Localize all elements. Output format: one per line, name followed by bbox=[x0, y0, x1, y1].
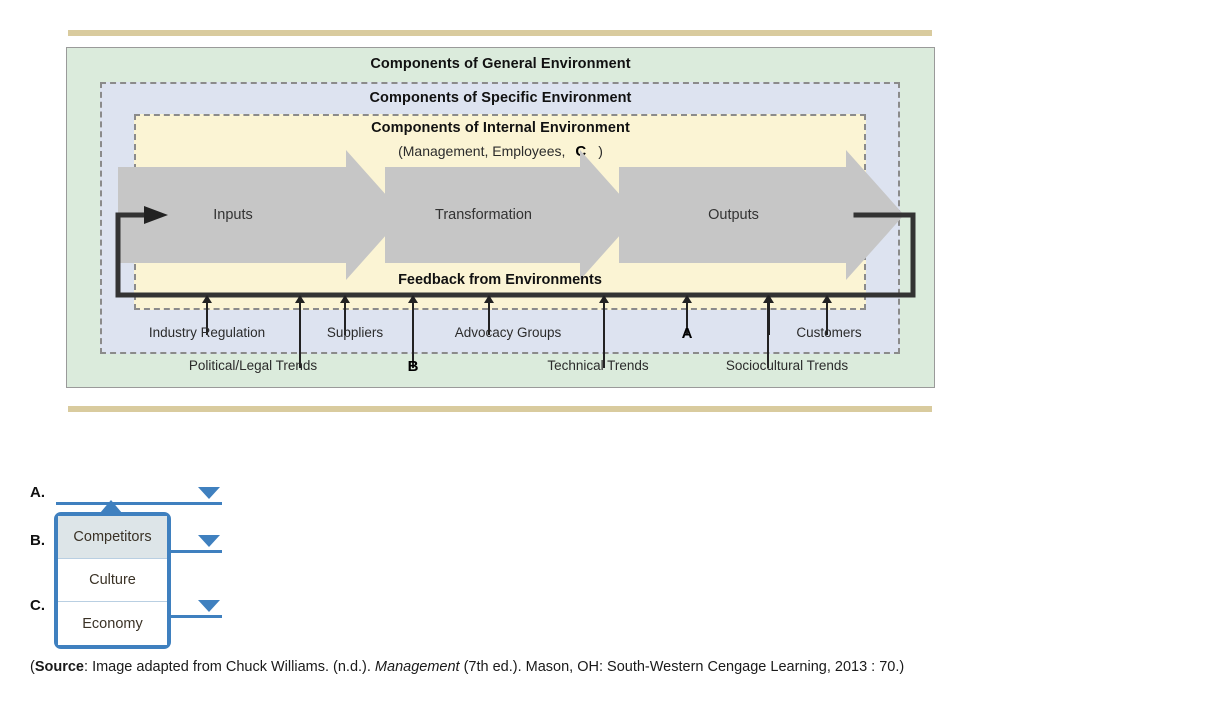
answer-letter-c: C. bbox=[30, 597, 45, 614]
specific-environment-component-label: Advocacy Groups bbox=[454, 325, 562, 340]
internal-environment-subtitle: (Management, Employees, C) bbox=[66, 143, 935, 160]
specific-environment-component-label: Customers bbox=[796, 325, 862, 340]
dropdown-option[interactable]: Competitors bbox=[58, 516, 167, 559]
dropdown-pointer-icon bbox=[100, 500, 122, 513]
chevron-down-icon[interactable] bbox=[198, 535, 220, 547]
general-environment-component-label: Political/Legal Trends bbox=[188, 358, 318, 373]
general-environment-component-label: Sociocultural Trends bbox=[725, 358, 849, 373]
answer-letter-a: A. bbox=[30, 484, 45, 501]
process-arrow-label: Inputs bbox=[213, 207, 253, 223]
blank-marker-b: B bbox=[407, 358, 419, 375]
blank-marker-a: A bbox=[681, 325, 693, 342]
answer-select-a[interactable] bbox=[56, 481, 222, 505]
general-environment-title: Components of General Environment bbox=[370, 56, 631, 72]
general-environment-component-label: Technical Trends bbox=[547, 358, 649, 373]
chevron-down-icon[interactable] bbox=[198, 487, 220, 499]
specific-environment-component-label: Suppliers bbox=[326, 325, 384, 340]
source-text-1: : Image adapted from Chuck Williams. (n.… bbox=[84, 659, 375, 675]
dropdown-option[interactable]: Culture bbox=[58, 559, 167, 602]
dropdown-option[interactable]: Economy bbox=[58, 602, 167, 645]
dropdown-options-popup[interactable]: Competitors Culture Economy bbox=[54, 512, 171, 649]
divider-rule-bottom bbox=[68, 406, 932, 412]
process-arrow-inputs: Inputs bbox=[118, 150, 404, 280]
process-arrow-label: Transformation bbox=[435, 207, 532, 223]
source-book-title: Management bbox=[374, 659, 460, 675]
specific-environment-component-label: Industry Regulation bbox=[148, 325, 266, 340]
specific-environment-title: Components of Specific Environment bbox=[369, 90, 632, 106]
source-citation: (Source: Image adapted from Chuck Willia… bbox=[30, 659, 904, 675]
internal-environment-title: Components of Internal Environment bbox=[371, 120, 630, 136]
process-arrow-outputs: Outputs bbox=[619, 150, 904, 280]
process-arrow-transformation: Transformation bbox=[385, 150, 638, 280]
source-label: Source bbox=[34, 659, 85, 675]
chevron-down-icon[interactable] bbox=[198, 600, 220, 612]
answer-letter-b: B. bbox=[30, 532, 45, 549]
internal-subtitle-open: (Management, Employees, bbox=[398, 143, 566, 159]
process-arrow-label: Outputs bbox=[708, 207, 759, 223]
source-text-2: (7th ed.). Mason, OH: South-Western Ceng… bbox=[459, 659, 905, 675]
divider-rule-top bbox=[68, 30, 932, 36]
